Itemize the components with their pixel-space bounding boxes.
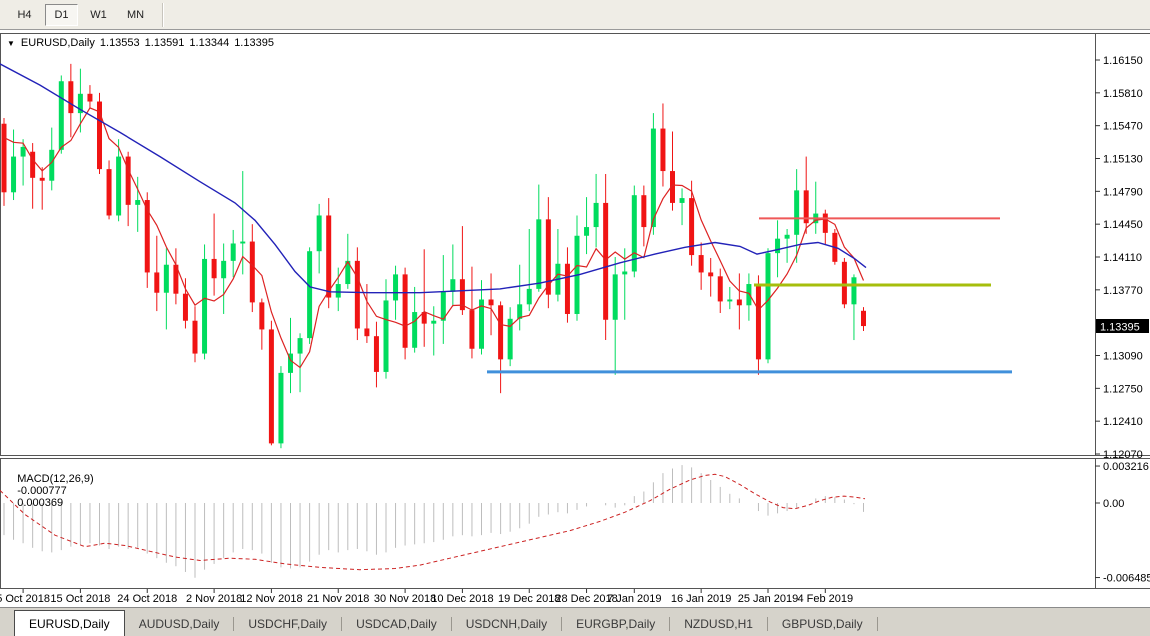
- svg-text:25 Jan 2019: 25 Jan 2019: [738, 593, 799, 605]
- svg-text:1.14110: 1.14110: [1103, 252, 1142, 264]
- macd-main-value: -0.000777: [17, 485, 67, 497]
- ohlc-close: 1.13395: [234, 37, 274, 49]
- svg-text:16 Jan 2019: 16 Jan 2019: [671, 593, 732, 605]
- macd-signal-value: 0.000369: [17, 497, 63, 509]
- svg-text:30 Nov 2018: 30 Nov 2018: [374, 593, 436, 605]
- tab-eurgbp-daily[interactable]: EURGBP,Daily: [562, 612, 669, 636]
- svg-text:19 Dec 2018: 19 Dec 2018: [498, 593, 560, 605]
- tab-usdchf-daily[interactable]: USDCHF,Daily: [234, 612, 341, 636]
- svg-text:1.13770: 1.13770: [1103, 285, 1143, 297]
- svg-text:15 Oct 2018: 15 Oct 2018: [50, 593, 110, 605]
- tab-eurusd-daily[interactable]: EURUSD,Daily: [14, 610, 125, 636]
- trading-app-window: H4 D1 W1 MN 1.16150 1.15810 1.15470 1.15130…: [0, 0, 1150, 636]
- svg-text:1.13395: 1.13395: [1100, 322, 1140, 334]
- tab-nzdusd-h1[interactable]: NZDUSD,H1: [670, 612, 767, 636]
- svg-text:21 Nov 2018: 21 Nov 2018: [307, 593, 369, 605]
- symbol-tabbar: EURUSD,Daily AUDUSD,Daily USDCHF,Daily U…: [0, 607, 1150, 636]
- svg-text:1.14790: 1.14790: [1103, 186, 1143, 198]
- tab-separator: [877, 617, 878, 631]
- ohlc-low: 1.13344: [189, 37, 229, 49]
- svg-text:1.12070: 1.12070: [1103, 449, 1143, 461]
- svg-text:7 Jan 2019: 7 Jan 2019: [607, 593, 661, 605]
- svg-text:0.00: 0.00: [1103, 498, 1124, 510]
- timeframe-button-d1[interactable]: D1: [45, 4, 78, 26]
- svg-text:1.15470: 1.15470: [1103, 121, 1143, 133]
- tab-audusd-daily[interactable]: AUDUSD,Daily: [125, 612, 234, 636]
- tab-usdcnh-daily[interactable]: USDCNH,Daily: [452, 612, 561, 636]
- svg-text:1.16150: 1.16150: [1103, 55, 1143, 67]
- svg-text:1.14450: 1.14450: [1103, 219, 1143, 231]
- ohlc-open: 1.13553: [100, 37, 140, 49]
- svg-text:-0.006485: -0.006485: [1103, 573, 1150, 585]
- svg-text:5 Oct 2018: 5 Oct 2018: [0, 593, 50, 605]
- macd-name: MACD(12,26,9): [17, 473, 93, 485]
- svg-text:1.15130: 1.15130: [1103, 154, 1143, 166]
- tab-usdcad-daily[interactable]: USDCAD,Daily: [342, 612, 451, 636]
- svg-text:1.12410: 1.12410: [1103, 416, 1143, 428]
- svg-text:12 Nov 2018: 12 Nov 2018: [240, 593, 302, 605]
- toolbar-separator: [162, 3, 164, 27]
- svg-text:1.13090: 1.13090: [1103, 351, 1143, 363]
- svg-text:4 Feb 2019: 4 Feb 2019: [797, 593, 853, 605]
- svg-text:0.003216: 0.003216: [1103, 461, 1149, 473]
- ohlc-high: 1.13591: [145, 37, 185, 49]
- svg-text:1.12750: 1.12750: [1103, 383, 1143, 395]
- timeframe-button-h4[interactable]: H4: [8, 4, 41, 26]
- svg-text:2 Nov 2018: 2 Nov 2018: [186, 593, 242, 605]
- tab-gbpusd-daily[interactable]: GBPUSD,Daily: [768, 612, 877, 636]
- chart-symbol-label: EURUSD,Daily: [21, 37, 95, 49]
- macd-indicator-label: MACD(12,26,9) -0.000777 0.000369: [5, 461, 98, 521]
- timeframe-button-mn[interactable]: MN: [119, 4, 152, 26]
- chart-dropdown-icon[interactable]: ▼: [7, 39, 15, 48]
- chart-title: ▼ EURUSD,Daily 1.13553 1.13591 1.13344 1…: [7, 37, 274, 49]
- timeframe-toolbar: H4 D1 W1 MN: [0, 0, 1150, 30]
- svg-text:24 Oct 2018: 24 Oct 2018: [117, 593, 177, 605]
- price-chart-canvas[interactable]: 1.16150 1.15810 1.15470 1.15130 1.14790 1.144…: [0, 0, 1150, 636]
- timeframe-button-w1[interactable]: W1: [82, 4, 115, 26]
- svg-text:10 Dec 2018: 10 Dec 2018: [431, 593, 493, 605]
- svg-text:1.15810: 1.15810: [1103, 88, 1143, 100]
